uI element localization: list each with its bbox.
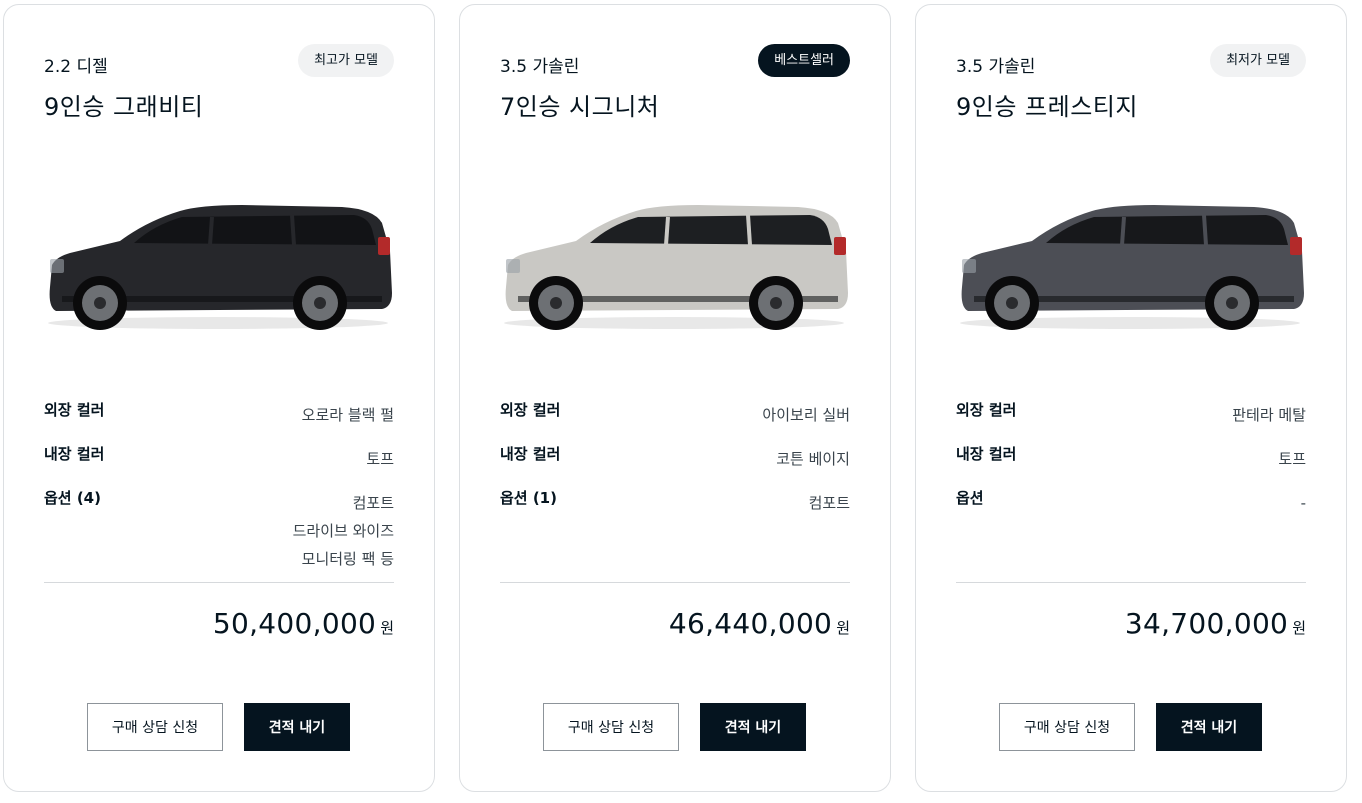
price: 50,400,000 원 — [213, 607, 394, 640]
spec-label: 옵션 (4) — [44, 489, 101, 507]
divider — [500, 582, 850, 583]
spec-value-line: 토프 — [1278, 450, 1306, 468]
price-unit: 원 — [380, 619, 394, 637]
purchase-consult-button[interactable]: 구매 상담 신청 — [87, 703, 223, 751]
spec-label: 옵션 (1) — [500, 489, 557, 507]
price: 46,440,000 원 — [669, 607, 850, 640]
spec-value: 컴포트 드라이브 와이즈 모니터링 팩 등 — [293, 489, 394, 573]
spec-label: 내장 컬러 — [44, 445, 105, 463]
spec-value-line: 판테라 메탈 — [1232, 406, 1306, 424]
price-amount: 50,400,000 — [212, 607, 377, 640]
spec-value-line: - — [1300, 494, 1306, 512]
purchase-consult-button[interactable]: 구매 상담 신청 — [999, 703, 1135, 751]
purchase-consult-button[interactable]: 구매 상담 신청 — [543, 703, 679, 751]
spec-value: 코튼 베이지 — [776, 445, 850, 473]
spec-value-line: 컴포트 — [352, 494, 394, 512]
get-quote-button[interactable]: 견적 내기 — [700, 703, 806, 751]
spec-value: 토프 — [1278, 445, 1306, 473]
spec-label: 외장 컬러 — [44, 401, 105, 419]
spec-value: 토프 — [366, 445, 394, 473]
spec-value-line: 드라이브 와이즈 — [292, 522, 394, 540]
trim-card-signature: 3.5 가솔린 7인승 시그니처 베스트셀러 외장 컬러 아이보리 실버 내장 … — [459, 4, 891, 792]
spec-value: 아이보리 실버 — [762, 401, 850, 429]
car-image — [504, 205, 848, 330]
engine-label: 2.2 디젤 — [44, 57, 108, 77]
trim-title: 7인승 시그니처 — [500, 93, 660, 121]
engine-label: 3.5 가솔린 — [500, 57, 580, 77]
spec-label: 옵션 — [956, 489, 984, 507]
spec-value: 컴포트 — [809, 489, 850, 517]
divider — [956, 582, 1306, 583]
spec-value-line: 아이보리 실버 — [762, 406, 850, 424]
price-amount: 46,440,000 — [668, 607, 833, 640]
get-quote-button[interactable]: 견적 내기 — [244, 703, 350, 751]
engine-label: 3.5 가솔린 — [956, 57, 1036, 77]
spec-value-line: 컴포트 — [808, 494, 850, 512]
price-unit: 원 — [1292, 619, 1306, 637]
trim-card-gravity: 2.2 디젤 9인승 그래비티 최고가 모델 외장 컬러 오로라 블랙 펄 내장… — [3, 4, 435, 792]
status-badge: 최저가 모델 — [1210, 44, 1306, 77]
trim-title: 9인승 그래비티 — [44, 93, 204, 121]
price-unit: 원 — [836, 619, 850, 637]
divider — [44, 582, 394, 583]
spec-label: 외장 컬러 — [500, 401, 561, 419]
status-badge: 베스트셀러 — [758, 44, 850, 77]
spec-label: 외장 컬러 — [956, 401, 1017, 419]
spec-value-line: 모니터링 팩 등 — [301, 550, 394, 568]
price-amount: 34,700,000 — [1124, 607, 1289, 640]
spec-value-line: 코튼 베이지 — [776, 450, 850, 468]
spec-value-line: 토프 — [366, 450, 394, 468]
car-image — [960, 205, 1304, 330]
spec-value: - — [1301, 489, 1306, 517]
spec-label: 내장 컬러 — [500, 445, 561, 463]
car-image — [48, 205, 392, 330]
spec-label: 내장 컬러 — [956, 445, 1017, 463]
trim-card-prestige: 3.5 가솔린 9인승 프레스티지 최저가 모델 외장 컬러 판테라 메탈 내장… — [915, 4, 1347, 792]
spec-value: 판테라 메탈 — [1232, 401, 1306, 429]
status-badge: 최고가 모델 — [298, 44, 394, 77]
price: 34,700,000 원 — [1125, 607, 1306, 640]
spec-value-line: 오로라 블랙 펄 — [301, 406, 394, 424]
get-quote-button[interactable]: 견적 내기 — [1156, 703, 1262, 751]
spec-value: 오로라 블랙 펄 — [302, 401, 394, 429]
trim-title: 9인승 프레스티지 — [956, 93, 1138, 121]
